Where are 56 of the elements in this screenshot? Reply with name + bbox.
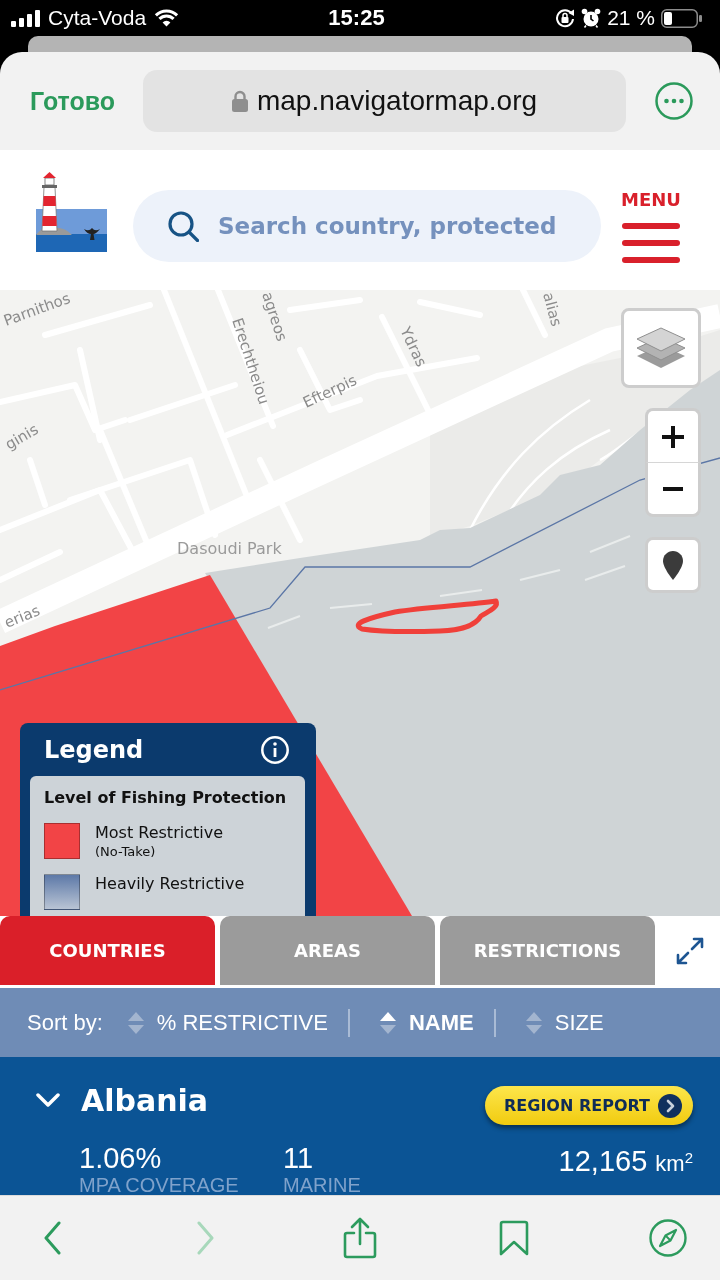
menu-button[interactable]: MENU <box>619 189 683 263</box>
chevron-icon[interactable] <box>36 1092 60 1107</box>
rotation-lock-icon <box>555 8 576 28</box>
search-icon <box>168 211 199 242</box>
legend-title: Legend <box>44 735 144 764</box>
region-name: Albania <box>81 1082 209 1119</box>
location-button[interactable] <box>645 537 701 593</box>
bookmark-icon[interactable] <box>498 1220 530 1256</box>
region-report-button[interactable]: REGION REPORT <box>485 1086 693 1125</box>
compass-icon[interactable] <box>649 1219 687 1257</box>
plus-icon <box>662 425 684 448</box>
menu-icon <box>622 223 680 263</box>
info-icon[interactable] <box>261 735 289 764</box>
legend-note: (No-Take) <box>95 843 156 860</box>
legend-label: Most Restrictive <box>95 823 223 843</box>
stat-value: 1.06% <box>79 1141 162 1175</box>
stat-value: 11 <box>283 1141 314 1175</box>
legend-heading: Level of Fishing Protection <box>44 787 288 809</box>
clock-time: 15:25 <box>328 5 385 31</box>
stat-value: 12,165 km$^{2}$ <box>558 1144 693 1180</box>
lighthouse-logo-icon[interactable] <box>36 172 107 252</box>
legend-label: Heavily Restrictive <box>95 874 245 894</box>
expand-icon[interactable] <box>676 936 704 965</box>
lock-icon <box>231 90 248 112</box>
wifi-icon <box>154 9 180 27</box>
tab[interactable]: RESTRICTIONS <box>440 916 655 985</box>
alarm-icon <box>581 8 602 28</box>
tab[interactable]: COUNTRIES <box>0 916 215 985</box>
sort-option[interactable]: SIZE <box>525 1009 604 1036</box>
layers-icon <box>636 327 686 369</box>
minus-icon <box>663 486 683 491</box>
battery-percent: 21 % <box>607 6 655 30</box>
signal-icon <box>11 9 40 27</box>
zoom-in-button[interactable] <box>645 408 701 463</box>
more-icon[interactable] <box>655 82 693 120</box>
street-label: Ydras <box>396 324 431 370</box>
tab[interactable]: AREAS <box>220 916 435 985</box>
address-field[interactable]: map.navigatormap.org <box>143 70 626 132</box>
back-icon[interactable] <box>43 1221 61 1255</box>
done-button[interactable]: Готово <box>30 86 122 116</box>
sort-label: Sort by: <box>27 1009 103 1036</box>
stat-label: MARINE <box>283 1175 361 1195</box>
search-field[interactable]: Search country, protected <box>133 190 601 262</box>
carrier-name: Cyta-Voda <box>48 6 147 30</box>
layers-button[interactable] <box>621 308 701 388</box>
sort-option[interactable]: % RESTRICTIVE <box>127 1009 328 1036</box>
stat-label: MPA COVERAGE <box>79 1175 239 1195</box>
street-label: erias <box>1 601 43 632</box>
arrow-circle-icon <box>658 1093 682 1118</box>
park-label: Dasoudi Park <box>177 539 282 558</box>
battery-icon <box>661 8 702 28</box>
map-pin-icon <box>663 550 683 580</box>
share-icon[interactable] <box>343 1217 377 1259</box>
zoom-out-button[interactable] <box>645 463 701 517</box>
sort-option[interactable]: NAME <box>379 1009 474 1036</box>
street-label: alias <box>539 290 566 329</box>
